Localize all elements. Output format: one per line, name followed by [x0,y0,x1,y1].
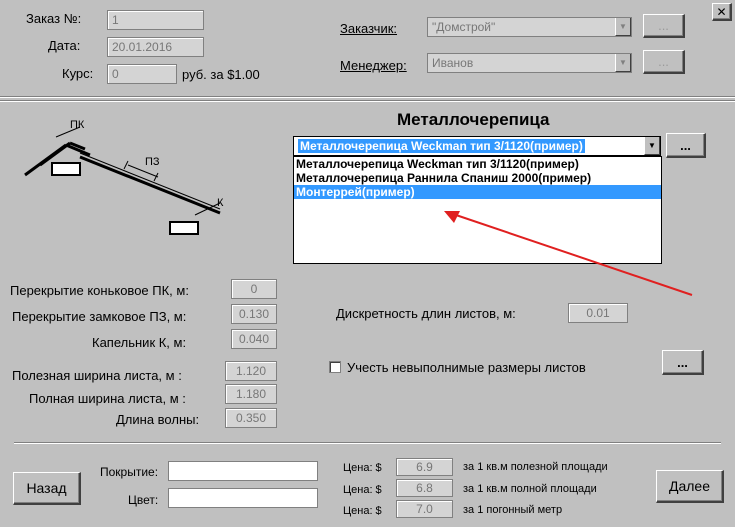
unfeasible-sizes-checkbox[interactable] [329,361,341,373]
param-field-drip[interactable]: 0.040 [231,329,277,349]
param-label-full-width: Полная ширина листа, м : [29,391,186,406]
header-divider-2 [0,100,735,102]
discreteness-field[interactable]: 0.01 [568,303,628,323]
price-label-full: Цена: $ [343,484,382,496]
coating-field[interactable] [168,461,318,481]
material-select[interactable]: Металлочерепица Weckman тип 3/1120(приме… [293,136,661,156]
price-field-useful[interactable]: 6.9 [396,458,453,476]
customer-label: Заказчик: [340,21,398,36]
param-field-ridge[interactable]: 0 [231,279,277,299]
color-label: Цвет: [128,493,159,507]
price-label-useful: Цена: $ [343,462,382,474]
list-item[interactable]: Металлочерепица Weckman тип 3/1120(приме… [294,157,661,171]
manager-browse-button[interactable]: ... [643,50,685,74]
material-select-value: Металлочерепица Weckman тип 3/1120(приме… [298,139,585,153]
price-label-linear: Цена: $ [343,505,382,517]
date-label: Дата: [48,38,81,53]
list-item[interactable]: Металлочерепица Раннила Спаниш 2000(прим… [294,171,661,185]
header-divider [0,96,735,98]
color-field[interactable] [168,488,318,508]
pk-label: ПК [70,119,85,131]
price-desc-linear: за 1 погонный метр [463,504,563,516]
date-field: 20.01.2016 [107,37,204,57]
pz-label: ПЗ [145,156,160,168]
next-button[interactable]: Далее [656,470,724,503]
rate-suffix: руб. за $1.00 [182,67,260,82]
list-item-selected[interactable]: Монтеррей(пример) [294,185,661,199]
customer-browse-button[interactable]: ... [643,14,685,38]
price-field-full[interactable]: 6.8 [396,479,453,497]
param-label-lock: Перекрытие замковое ПЗ, м: [12,309,187,324]
close-button[interactable]: ✕ [712,3,732,21]
unfeasible-sizes-label: Учесть невыполнимые размеры листов [347,360,586,375]
price-desc-full: за 1 кв.м полной площади [463,483,597,495]
price-desc-useful: за 1 кв.м полезной площади [463,461,608,473]
rate-field: 0 [107,64,177,84]
k-label: К [217,197,224,209]
chevron-down-icon[interactable]: ▼ [615,18,631,36]
discreteness-label: Дискретность длин листов, м: [336,306,516,321]
chevron-down-icon[interactable]: ▼ [615,54,631,72]
price-field-linear[interactable]: 7.0 [396,500,453,518]
manager-label: Менеджер: [340,58,407,73]
param-label-drip: Капельник К, м: [92,335,187,350]
param-field-full-width[interactable]: 1.180 [225,384,277,404]
manager-value: Иванов [432,56,474,70]
manager-select[interactable]: Иванов ▼ [427,53,632,73]
param-field-useful-width[interactable]: 1.120 [225,361,277,381]
coating-label: Покрытие: [100,465,159,479]
footer-divider [14,442,721,444]
order-number-field: 1 [107,10,204,30]
chevron-down-icon[interactable]: ▼ [644,137,660,155]
back-button[interactable]: Назад [13,472,81,505]
customer-select[interactable]: "Домстрой" ▼ [427,17,632,37]
param-label-wave-length: Длина волны: [116,412,200,427]
unfeasible-sizes-button[interactable]: ... [662,350,704,375]
param-label-ridge: Перекрытие коньковое ПК, м: [10,283,189,298]
red-arrow-annotation [444,211,693,296]
param-label-useful-width: Полезная ширина листа, м : [12,368,182,383]
rate-label: Курс: [62,66,94,81]
material-title: Металлочерепица [397,110,550,129]
param-field-wave-length[interactable]: 0.350 [225,408,277,428]
close-icon: ✕ [716,4,727,19]
param-field-lock[interactable]: 0.130 [231,304,277,324]
order-label: Заказ №: [26,11,82,26]
roof-overlap-diagram: ПК ПЗ К [24,119,224,235]
material-browse-button[interactable]: ... [666,133,706,158]
customer-value: "Домстрой" [432,20,496,34]
